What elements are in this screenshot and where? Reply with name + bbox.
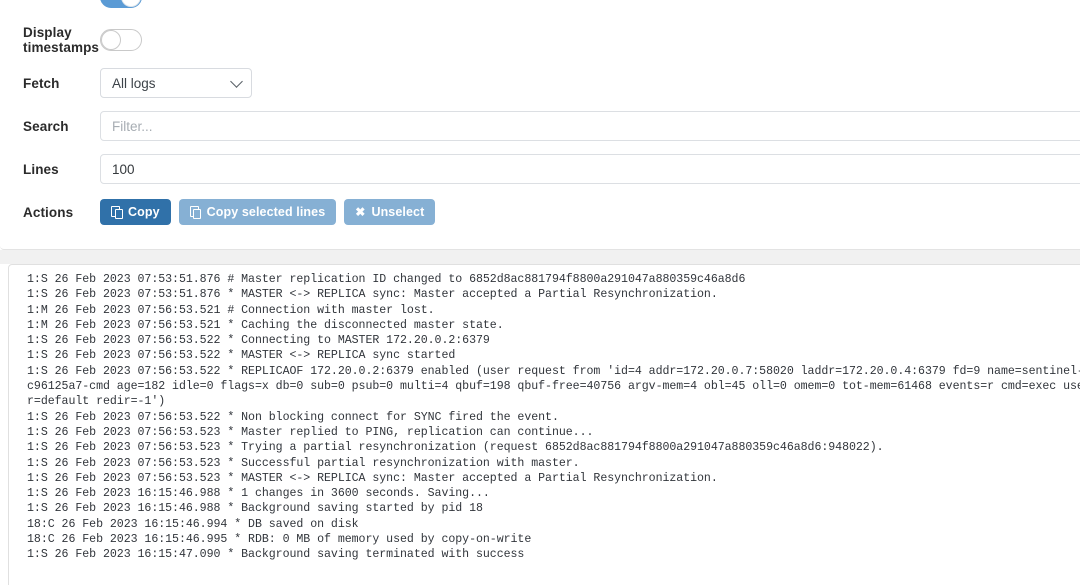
settings-row-clipped xyxy=(0,0,1080,12)
log-line[interactable]: 1:S 26 Feb 2023 07:56:53.522 * MASTER <-… xyxy=(9,348,1080,363)
log-line[interactable]: 18:C 26 Feb 2023 16:15:46.994 * DB saved… xyxy=(9,517,1080,532)
logs-page: Display timestamps Fetch All logs Search xyxy=(0,0,1080,585)
log-line[interactable]: 1:S 26 Feb 2023 16:15:47.090 * Backgroun… xyxy=(9,547,1080,562)
copy-icon xyxy=(111,206,123,219)
log-line[interactable]: 1:S 26 Feb 2023 07:56:53.522 * REPLICAOF… xyxy=(9,364,1080,410)
actions-label: Actions xyxy=(23,204,74,220)
log-line[interactable]: 1:S 26 Feb 2023 16:15:46.988 * Backgroun… xyxy=(9,501,1080,516)
search-field xyxy=(100,111,1080,141)
copy-button[interactable]: Copy xyxy=(100,199,171,225)
copy-selected-lines-button-label: Copy selected lines xyxy=(206,205,326,219)
settings-row-search: Search xyxy=(0,111,1080,141)
fetch-select-value: All logs xyxy=(112,75,156,91)
settings-row-display-timestamps: Display timestamps xyxy=(0,25,1080,55)
close-icon: ✖ xyxy=(355,205,366,219)
settings-row-actions: Actions Copy Copy selected lines ✖ Unsel… xyxy=(0,197,1080,227)
search-input[interactable] xyxy=(100,111,1080,141)
log-line[interactable]: 1:S 26 Feb 2023 07:53:51.876 * MASTER <-… xyxy=(9,287,1080,302)
settings-row-lines: Lines xyxy=(0,154,1080,184)
log-line[interactable]: 1:S 26 Feb 2023 07:56:53.523 * Trying a … xyxy=(9,440,1080,455)
clipped-row-field xyxy=(100,0,1080,8)
clipped-toggle[interactable] xyxy=(100,0,142,8)
chevron-down-icon xyxy=(230,75,243,88)
unselect-button-label: Unselect xyxy=(371,205,425,219)
log-output-panel[interactable]: 1:S 26 Feb 2023 07:53:51.876 # Master re… xyxy=(8,264,1080,585)
unselect-button[interactable]: ✖ Unselect xyxy=(344,199,436,225)
fetch-select[interactable]: All logs xyxy=(100,68,252,98)
lines-label: Lines xyxy=(23,161,59,177)
log-line[interactable]: 1:S 26 Feb 2023 07:56:53.523 * MASTER <-… xyxy=(9,471,1080,486)
log-line[interactable]: 1:S 26 Feb 2023 07:56:53.522 * Non block… xyxy=(9,410,1080,425)
log-line[interactable]: 1:S 26 Feb 2023 07:56:53.523 * Successfu… xyxy=(9,456,1080,471)
search-label: Search xyxy=(23,118,69,134)
fetch-label: Fetch xyxy=(23,75,60,91)
panel-separator xyxy=(0,250,1080,264)
log-line[interactable]: 18:C 26 Feb 2023 16:15:46.995 * RDB: 0 M… xyxy=(9,532,1080,547)
log-line[interactable]: 1:M 26 Feb 2023 07:56:53.521 * Caching t… xyxy=(9,318,1080,333)
settings-row-fetch: Fetch All logs xyxy=(0,68,1080,98)
display-timestamps-field xyxy=(100,29,1080,51)
copy-selected-lines-button[interactable]: Copy selected lines xyxy=(178,199,337,225)
lines-input[interactable] xyxy=(100,154,1080,184)
log-line[interactable]: 1:S 26 Feb 2023 07:53:51.876 # Master re… xyxy=(9,272,1080,287)
lines-field xyxy=(100,154,1080,184)
log-line[interactable]: 1:S 26 Feb 2023 07:56:53.522 * Connectin… xyxy=(9,333,1080,348)
log-line[interactable]: 1:M 26 Feb 2023 07:56:53.521 # Connectio… xyxy=(9,303,1080,318)
display-timestamps-label: Display timestamps xyxy=(23,25,100,55)
toggle-knob xyxy=(121,0,141,7)
log-line[interactable]: 1:S 26 Feb 2023 07:56:53.523 * Master re… xyxy=(9,425,1080,440)
copy-button-label: Copy xyxy=(128,205,160,219)
log-settings-panel: Display timestamps Fetch All logs Search xyxy=(0,0,1080,250)
toggle-knob xyxy=(101,30,121,50)
log-line[interactable]: 1:S 26 Feb 2023 16:15:46.988 * 1 changes… xyxy=(9,486,1080,501)
copy-icon xyxy=(189,206,202,219)
actions-field: Copy Copy selected lines ✖ Unselect xyxy=(100,199,1080,225)
display-timestamps-toggle[interactable] xyxy=(100,29,142,51)
fetch-field: All logs xyxy=(100,68,1080,98)
